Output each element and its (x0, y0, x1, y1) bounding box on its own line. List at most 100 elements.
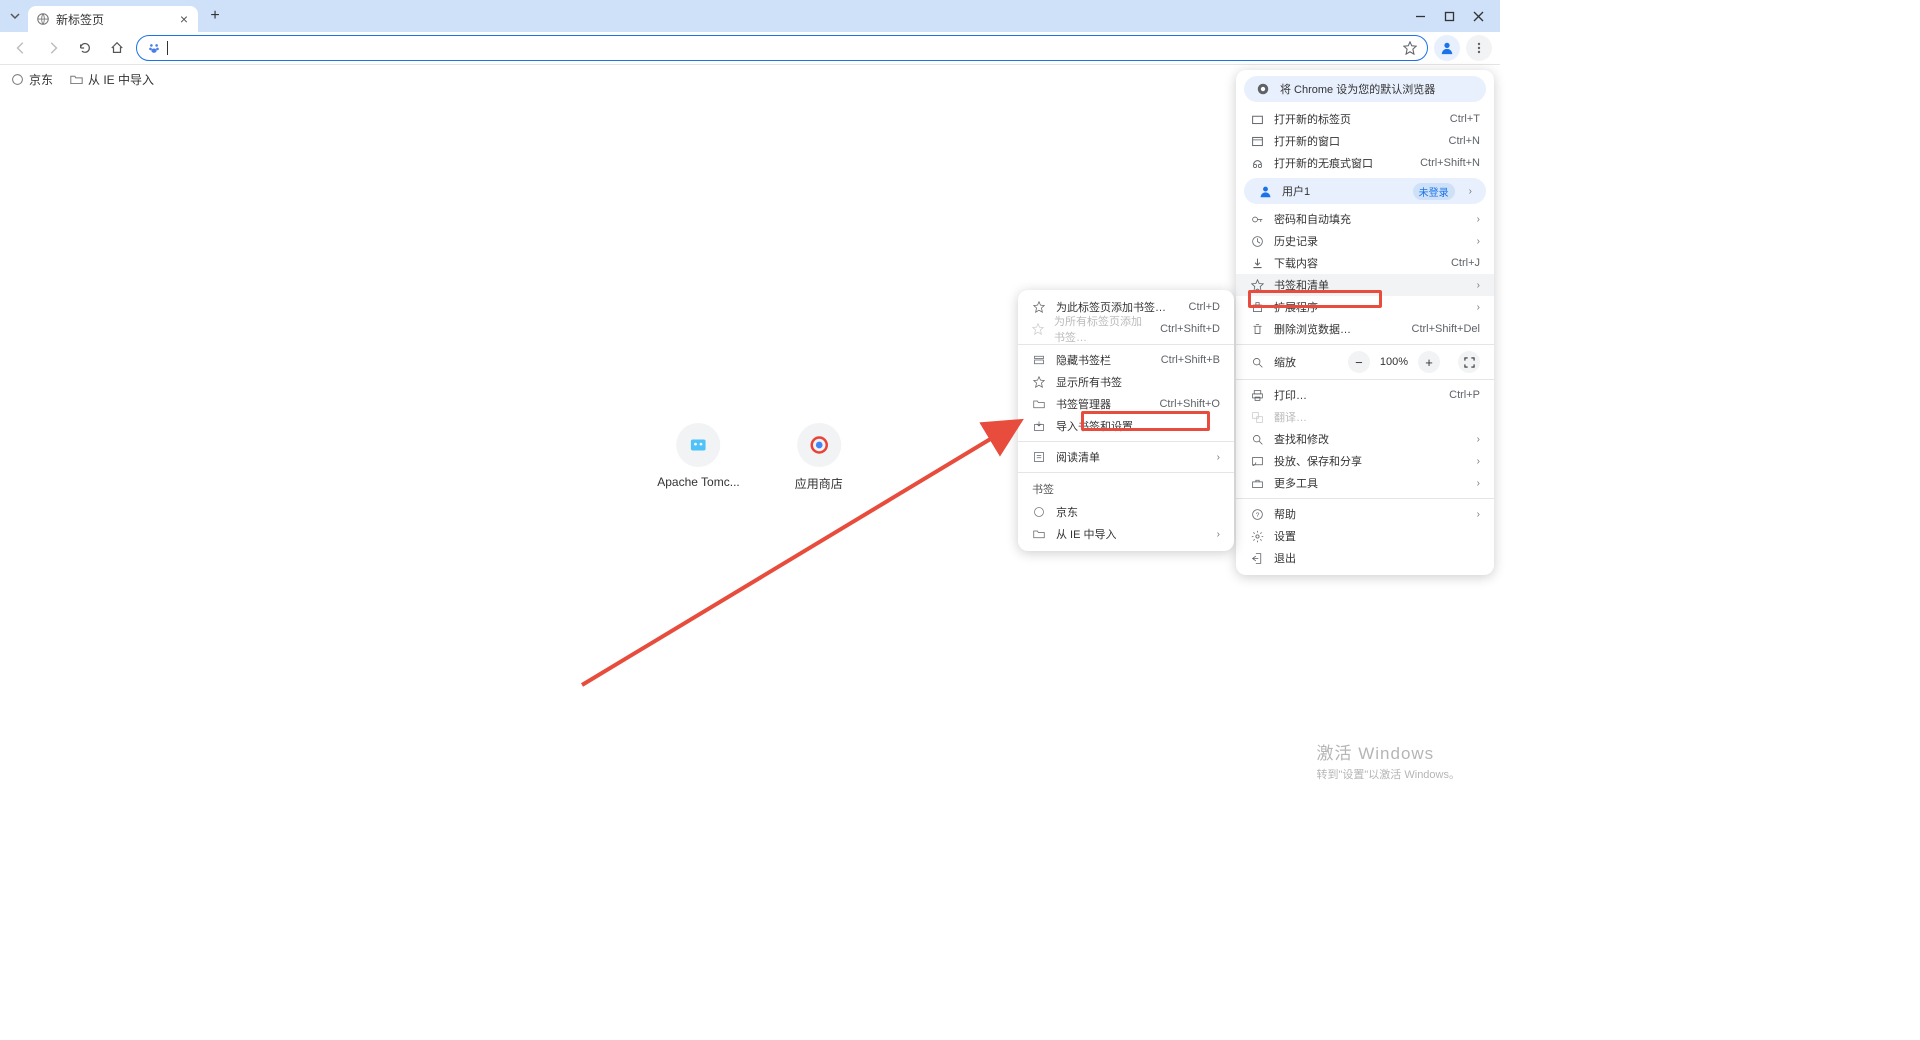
toolbox-icon (1250, 476, 1264, 490)
menu-divider (1236, 344, 1494, 345)
forward-button[interactable] (40, 35, 66, 61)
bookmark-ie-import[interactable]: 从 IE 中导入 (69, 71, 154, 88)
paw-icon (147, 41, 161, 55)
menu-label: 扩展程序 (1274, 299, 1318, 315)
banner-label: 将 Chrome 设为您的默认浏览器 (1280, 81, 1435, 97)
menu-label: 显示所有书签 (1056, 374, 1122, 390)
menu-extensions[interactable]: 扩展程序 › (1236, 296, 1494, 318)
menu-label: 查找和修改 (1274, 431, 1329, 447)
menu-divider (1018, 472, 1234, 473)
bookmark-jd[interactable]: 京东 (10, 71, 53, 88)
menu-label: 书签管理器 (1056, 396, 1111, 412)
default-browser-banner[interactable]: 将 Chrome 设为您的默认浏览器 (1244, 76, 1486, 102)
menu-help[interactable]: ? 帮助 › (1236, 503, 1494, 525)
menu-downloads[interactable]: 下载内容 Ctrl+J (1236, 252, 1494, 274)
minimize-button[interactable] (1415, 11, 1426, 22)
chrome-menu-button[interactable] (1466, 35, 1492, 61)
svg-text:?: ? (1255, 511, 1259, 518)
browser-tab[interactable]: 新标签页 × (28, 6, 198, 32)
folder-icon (1032, 527, 1046, 541)
windows-activation-watermark: 激活 Windows 转到"设置"以激活 Windows。 (1317, 739, 1461, 782)
submenu-manager[interactable]: 书签管理器 Ctrl+Shift+O (1018, 393, 1234, 415)
menu-find[interactable]: 查找和修改 › (1236, 428, 1494, 450)
profile-status: 未登录 (1413, 183, 1455, 200)
menu-label: 从 IE 中导入 (1056, 526, 1117, 542)
menu-clear-data[interactable]: 删除浏览数据… Ctrl+Shift+Del (1236, 318, 1494, 340)
menu-new-window[interactable]: 打开新的窗口 Ctrl+N (1236, 130, 1494, 152)
close-window-button[interactable] (1473, 11, 1484, 22)
menu-label: 阅读清单 (1056, 449, 1100, 465)
fullscreen-button[interactable] (1458, 351, 1480, 373)
shortcut-label: 应用商店 (795, 475, 843, 492)
chevron-right-icon: › (1217, 529, 1220, 540)
menu-label: 设置 (1274, 528, 1296, 544)
print-icon (1250, 388, 1264, 402)
menu-label: 打开新的无痕式窗口 (1274, 155, 1373, 171)
menu-shortcut: Ctrl+N (1449, 135, 1480, 147)
menu-cast[interactable]: 投放、保存和分享 › (1236, 450, 1494, 472)
globe-icon (10, 72, 24, 86)
submenu-hide-bar[interactable]: 隐藏书签栏 Ctrl+Shift+B (1018, 349, 1234, 371)
menu-new-incognito[interactable]: 打开新的无痕式窗口 Ctrl+Shift+N (1236, 152, 1494, 174)
menu-new-tab[interactable]: 打开新的标签页 Ctrl+T (1236, 108, 1494, 130)
shortcut-app-store[interactable]: 应用商店 (795, 423, 843, 492)
watermark-line2: 转到"设置"以激活 Windows。 (1317, 766, 1461, 782)
menu-label: 为所有标签页添加书签… (1054, 313, 1150, 345)
submenu-import[interactable]: 导入书签和设置… (1018, 415, 1234, 437)
menu-more-tools[interactable]: 更多工具 › (1236, 472, 1494, 494)
shortcut-apache-tomcat[interactable]: Apache Tomc... (657, 423, 740, 492)
back-button[interactable] (8, 35, 34, 61)
menu-print[interactable]: 打印… Ctrl+P (1236, 384, 1494, 406)
list-icon (1032, 450, 1046, 464)
search-icon (1250, 432, 1264, 446)
bookmark-label: 从 IE 中导入 (88, 71, 154, 88)
star-icon (1250, 278, 1264, 292)
submenu-ie-import[interactable]: 从 IE 中导入 › (1018, 523, 1234, 545)
reload-button[interactable] (72, 35, 98, 61)
menu-shortcut: Ctrl+T (1450, 113, 1480, 125)
key-icon (1250, 212, 1264, 226)
menu-shortcut: Ctrl+Shift+D (1160, 323, 1220, 335)
menu-bookmarks-lists[interactable]: 书签和清单 › (1236, 274, 1494, 296)
new-tab-button[interactable]: + (204, 5, 226, 27)
menu-history[interactable]: 历史记录 › (1236, 230, 1494, 252)
menu-passwords[interactable]: 密码和自动填充 › (1236, 208, 1494, 230)
menu-profile[interactable]: 用户1 未登录 › (1244, 178, 1486, 204)
submenu-jd[interactable]: 京东 (1018, 501, 1234, 523)
tabs-dropdown-button[interactable] (6, 7, 24, 25)
profile-button[interactable] (1434, 35, 1460, 61)
menu-label: 翻译… (1274, 409, 1307, 425)
menu-translate: 翻译… (1236, 406, 1494, 428)
tab-icon (1250, 112, 1264, 126)
menu-settings[interactable]: 设置 (1236, 525, 1494, 547)
bookmarks-submenu: 为此标签页添加书签… Ctrl+D 为所有标签页添加书签… Ctrl+Shift… (1018, 290, 1234, 551)
zoom-out-button[interactable]: − (1348, 351, 1370, 373)
menu-shortcut: Ctrl+J (1451, 257, 1480, 269)
chevron-right-icon: › (1477, 434, 1480, 445)
close-tab-button[interactable]: × (180, 11, 188, 27)
zoom-in-button[interactable]: + (1418, 351, 1440, 373)
trash-icon (1250, 322, 1264, 336)
address-bar[interactable] (136, 35, 1428, 61)
help-icon: ? (1250, 507, 1264, 521)
star-outline-icon (1032, 322, 1044, 336)
menu-exit[interactable]: 退出 (1236, 547, 1494, 569)
chrome-menu-dropdown: 将 Chrome 设为您的默认浏览器 打开新的标签页 Ctrl+T 打开新的窗口… (1236, 70, 1494, 575)
bookmark-star-button[interactable] (1403, 41, 1417, 55)
menu-label: 退出 (1274, 550, 1296, 566)
submenu-show-all[interactable]: 显示所有书签 (1018, 371, 1234, 393)
maximize-button[interactable] (1444, 11, 1455, 22)
menu-label: 书签和清单 (1274, 277, 1329, 293)
submenu-reading-list[interactable]: 阅读清单 › (1018, 446, 1234, 468)
menu-shortcut: Ctrl+D (1189, 301, 1220, 313)
shortcut-favicon (797, 423, 841, 467)
menu-divider (1018, 441, 1234, 442)
submenu-add-bookmark-all: 为所有标签页添加书签… Ctrl+Shift+D (1018, 318, 1234, 340)
gear-icon (1250, 529, 1264, 543)
menu-label: 删除浏览数据… (1274, 321, 1351, 337)
menu-label: 帮助 (1274, 506, 1296, 522)
home-button[interactable] (104, 35, 130, 61)
profile-name: 用户1 (1282, 183, 1310, 199)
menu-shortcut: Ctrl+P (1449, 389, 1480, 401)
translate-icon (1250, 410, 1264, 424)
